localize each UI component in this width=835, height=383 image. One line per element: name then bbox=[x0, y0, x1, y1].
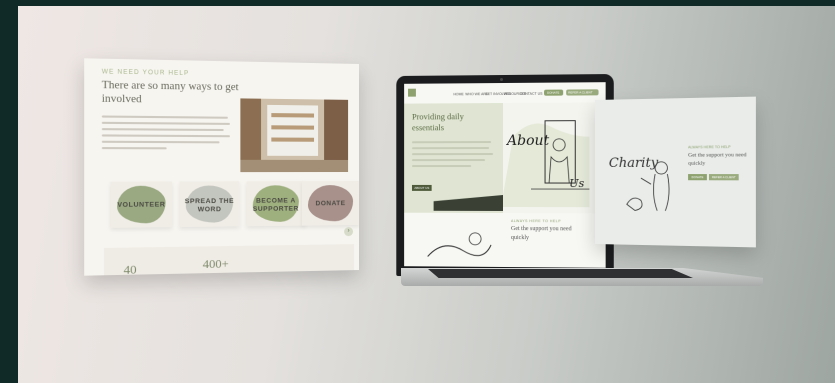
body-text-line bbox=[102, 122, 230, 125]
body-text-line bbox=[102, 147, 167, 149]
about-script-word: About bbox=[507, 133, 549, 149]
donate-label: DONATE bbox=[302, 200, 359, 208]
right-subhead-line2: quickly bbox=[688, 161, 705, 167]
become-supporter-label: BECOME A SUPPORTER bbox=[247, 197, 305, 214]
pantry-shelves-image bbox=[240, 98, 348, 172]
right-donate-button[interactable]: DONATE bbox=[688, 174, 707, 180]
stats-bar: 40 400+ bbox=[104, 244, 354, 276]
hero-text-line bbox=[412, 165, 471, 167]
hero-text-line bbox=[412, 159, 485, 161]
donate-nav-label: DONATE bbox=[547, 91, 559, 95]
refer-client-label: REFER A CLIENT bbox=[568, 90, 592, 94]
right-kicker: ALWAYS HERE TO HELP bbox=[688, 145, 731, 149]
help-section: ALWAYS HERE TO HELP Get the support you … bbox=[404, 213, 606, 268]
hero-text-line bbox=[412, 153, 493, 155]
nav-home[interactable]: HOME bbox=[453, 92, 463, 96]
help-subhead-line2: quickly bbox=[511, 235, 529, 241]
charity-page: Charity ALWAYS HERE TO HELP Get the supp… bbox=[595, 97, 756, 248]
body-text-line bbox=[102, 141, 220, 144]
laptop-keyboard bbox=[428, 269, 693, 278]
kicker-text: WE NEED YOUR HELP bbox=[102, 69, 189, 77]
charity-illustration bbox=[424, 221, 493, 261]
stat-value: 40 bbox=[124, 262, 137, 276]
volunteer-label: VOLUNTEER bbox=[111, 201, 172, 210]
body-text-line bbox=[102, 115, 228, 118]
page-heading-line2: involved bbox=[102, 93, 142, 105]
hero-title-line2: essentials bbox=[412, 122, 444, 132]
site-logo bbox=[408, 89, 416, 97]
hero-title-line1: Providing daily bbox=[412, 111, 464, 121]
us-script-word: Us bbox=[569, 177, 584, 190]
right-refer-button[interactable]: REFER A CLIENT bbox=[709, 174, 739, 180]
spread-the-word-card[interactable]: SPREAD THE WORD bbox=[179, 181, 239, 227]
webcam-icon bbox=[500, 78, 503, 81]
site-header: HOME WHO WE ARE GET INVOLVED RESOURCES C… bbox=[404, 82, 606, 103]
laptop-screen: HOME WHO WE ARE GET INVOLVED RESOURCES C… bbox=[404, 82, 606, 268]
right-subhead-line1: Get the support you need bbox=[688, 152, 746, 158]
hero-text-line bbox=[412, 147, 489, 149]
volunteer-card[interactable]: VOLUNTEER bbox=[111, 182, 172, 228]
nav-contact[interactable]: CONTACT US bbox=[520, 92, 542, 96]
get-involved-page: WE NEED YOUR HELP There are so many ways… bbox=[84, 58, 359, 275]
chevron-right-icon[interactable]: › bbox=[344, 227, 353, 236]
body-text-line bbox=[102, 128, 224, 131]
hero-text-line bbox=[412, 141, 491, 143]
mockup-stage: WE NEED YOUR HELP There are so many ways… bbox=[18, 6, 835, 383]
about-illustration: About Us bbox=[501, 106, 593, 207]
help-kicker: ALWAYS HERE TO HELP bbox=[511, 219, 561, 223]
page-heading-line1: There are so many ways to get bbox=[102, 80, 239, 94]
about-us-button[interactable]: ABOUT US bbox=[412, 185, 432, 191]
body-text-line bbox=[102, 134, 230, 137]
refer-client-button[interactable]: REFER A CLIENT bbox=[566, 89, 598, 95]
girl-with-dog-illustration bbox=[621, 154, 682, 216]
spread-the-word-label: SPREAD THE WORD bbox=[179, 198, 239, 215]
become-supporter-card[interactable]: BECOME A SUPPORTER bbox=[247, 181, 305, 226]
help-subhead-line1: Get the support you need bbox=[511, 226, 572, 232]
donate-card[interactable]: DONATE bbox=[302, 181, 359, 226]
donate-nav-button[interactable]: DONATE bbox=[544, 90, 563, 96]
laptop: HOME WHO WE ARE GET INVOLVED RESOURCES C… bbox=[396, 74, 613, 278]
stat-value: 400+ bbox=[203, 256, 229, 272]
